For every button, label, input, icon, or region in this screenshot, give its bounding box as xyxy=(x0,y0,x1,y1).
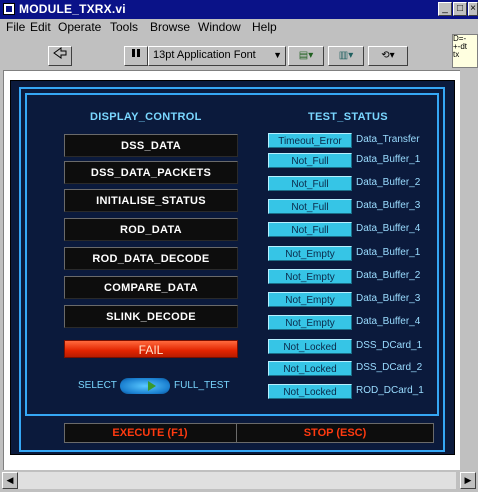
arrow-right-icon: ▶ xyxy=(464,475,472,485)
font-dropdown[interactable]: 13pt Application Font ▼ xyxy=(148,46,286,66)
full-test-toggle-switch[interactable] xyxy=(120,378,170,394)
status-indicator: Not_Empty xyxy=(268,246,352,261)
minimize-button[interactable]: _ xyxy=(438,2,452,16)
arrow-left-icon: ◀ xyxy=(6,475,14,485)
status-label: Data_Buffer_2 xyxy=(356,270,421,281)
status-indicator: Not_Full xyxy=(268,153,352,168)
context-help-window[interactable]: D=- +-dt tx xyxy=(452,34,478,68)
stop-button[interactable]: STOP (ESC) xyxy=(238,424,432,442)
scroll-right-button[interactable]: ▶ xyxy=(460,472,476,489)
status-label: Data_Buffer_3 xyxy=(356,200,421,211)
status-indicator: Not_Locked xyxy=(268,339,352,354)
status-indicator: Not_Full xyxy=(268,222,352,237)
test-status-header: TEST_STATUS xyxy=(308,111,388,123)
vi-icon[interactable] xyxy=(3,3,15,15)
run-arrow-button[interactable] xyxy=(48,46,72,66)
reorder-button[interactable]: ⟲▾ xyxy=(368,46,408,66)
menu-operate[interactable]: Operate xyxy=(58,20,101,34)
status-indicator: Not_Locked xyxy=(268,361,352,376)
fail-indicator: FAIL xyxy=(64,340,238,358)
status-label: ROD_DCard_1 xyxy=(356,385,424,396)
dss-data-packets-button[interactable]: DSS_DATA_PACKETS xyxy=(64,161,238,184)
select-label: SELECT xyxy=(78,380,117,391)
dss-data-button[interactable]: DSS_DATA xyxy=(64,134,238,157)
reorder-icon: ⟲▾ xyxy=(381,50,395,61)
rod-data-button[interactable]: ROD_DATA xyxy=(64,218,238,241)
toolbar: 13pt Application Font ▼ ▤▾ ▥▾ ⟲▾ xyxy=(0,36,478,70)
toggle-arrow-icon xyxy=(148,381,156,391)
window-title: MODULE_TXRX.vi xyxy=(19,2,126,16)
execute-button[interactable]: EXECUTE (F1) xyxy=(66,424,234,442)
menu-file[interactable]: File xyxy=(6,20,25,34)
status-indicator: Not_Empty xyxy=(268,292,352,307)
status-indicator: Not_Full xyxy=(268,199,352,214)
menu-edit[interactable]: Edit xyxy=(30,20,51,34)
status-label: DSS_DCard_2 xyxy=(356,362,423,373)
status-label: DSS_DCard_1 xyxy=(356,340,423,351)
pause-button[interactable] xyxy=(124,46,148,66)
slink-decode-button[interactable]: SLINK_DECODE xyxy=(64,305,238,328)
help-text: D=- +-dt tx xyxy=(453,34,468,59)
menu-help[interactable]: Help xyxy=(252,20,277,34)
status-label: Data_Buffer_3 xyxy=(356,293,421,304)
action-divider xyxy=(236,424,237,442)
status-label: Data_Buffer_4 xyxy=(356,223,421,234)
maximize-button[interactable]: □ xyxy=(453,2,467,16)
chevron-down-icon: ▼ xyxy=(273,50,282,60)
status-indicator: Not_Locked xyxy=(268,384,352,399)
status-indicator: Timeout_Error xyxy=(268,133,352,148)
distribute-icon: ▥▾ xyxy=(338,50,354,61)
vertical-scrollbar[interactable] xyxy=(460,70,478,470)
align-icon: ▤▾ xyxy=(298,50,314,61)
status-label: Data_Buffer_1 xyxy=(356,154,421,165)
menu-tools[interactable]: Tools xyxy=(110,20,138,34)
close-button[interactable]: × xyxy=(468,2,478,16)
rod-data-decode-button[interactable]: ROD_DATA_DECODE xyxy=(64,247,238,270)
align-objects-button[interactable]: ▤▾ xyxy=(288,46,324,66)
distribute-objects-button[interactable]: ▥▾ xyxy=(328,46,364,66)
menu-browse[interactable]: Browse xyxy=(150,20,190,34)
menu-window[interactable]: Window xyxy=(198,20,241,34)
status-indicator: Not_Empty xyxy=(268,269,352,284)
compare-data-button[interactable]: COMPARE_DATA xyxy=(64,276,238,299)
title-bar: MODULE_TXRX.vi _ □ × xyxy=(0,0,478,19)
status-label: Data_Buffer_1 xyxy=(356,247,421,258)
status-indicator: Not_Empty xyxy=(268,315,352,330)
display-control-header: DISPLAY_CONTROL xyxy=(90,111,202,123)
status-label: Data_Buffer_4 xyxy=(356,316,421,327)
status-label: Data_Transfer xyxy=(356,134,420,145)
status-indicator: Not_Full xyxy=(268,176,352,191)
status-label: Data_Buffer_2 xyxy=(356,177,421,188)
scroll-left-button[interactable]: ◀ xyxy=(2,472,18,489)
horizontal-scrollbar[interactable]: ◀ ▶ xyxy=(0,470,478,492)
pause-icon xyxy=(132,49,140,57)
full-test-label: FULL_TEST xyxy=(174,380,230,391)
scroll-track[interactable] xyxy=(18,472,456,489)
font-dropdown-value: 13pt Application Font xyxy=(153,49,256,61)
run-arrow-icon xyxy=(53,47,67,59)
menu-bar: File Edit Operate Tools Browse Window He… xyxy=(0,19,478,36)
initialise-status-button[interactable]: INITIALISE_STATUS xyxy=(64,189,238,212)
